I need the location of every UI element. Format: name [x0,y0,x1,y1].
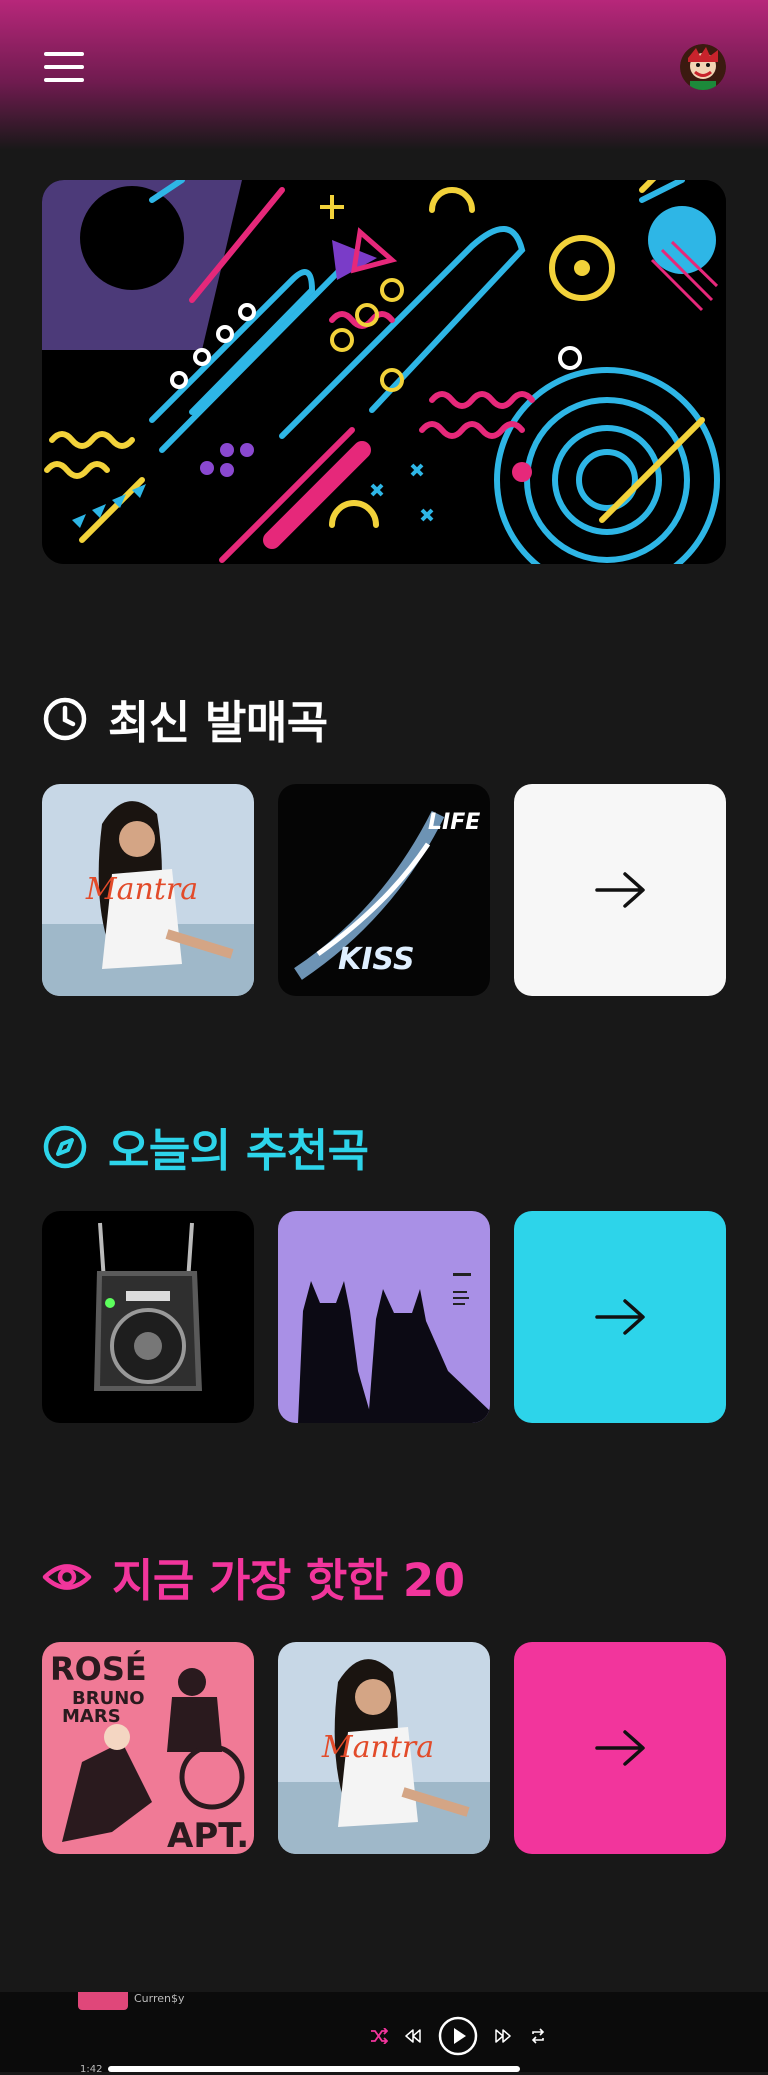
album-card-kiss-life[interactable]: KISS LIFE [278,784,490,996]
album-card-mantra[interactable]: Mantra [42,784,254,996]
album-text-life: LIFE [428,810,480,835]
arrow-right-icon [595,1730,645,1766]
album-card-mantra-2[interactable]: Mantra [278,1642,490,1854]
more-latest-button[interactable] [514,784,726,996]
playback-time: 1:42 [80,2064,103,2075]
menu-icon [44,52,84,56]
section-title-hot20: 지금 가장 핫한 20 [42,1544,465,1609]
compass-icon [43,1125,87,1168]
menu-button[interactable] [44,52,84,82]
section-title-latest: 최신 발매곡 [42,686,328,751]
album-text-mars: MARS [62,1706,121,1727]
clock-icon [43,697,87,740]
avatar[interactable] [680,44,726,90]
section-title-recommended: 오늘의 추천곡 [42,1114,369,1179]
next-icon[interactable] [494,2028,512,2044]
album-card-cats[interactable] [278,1211,490,1423]
album-row-latest: Mantra KISS LIFE [42,784,726,996]
progress-bar[interactable] [108,2066,520,2072]
more-hot20-button[interactable] [514,1642,726,1854]
arrow-right-icon [595,1299,645,1335]
eye-icon [42,1563,92,1590]
more-recommended-button[interactable] [514,1211,726,1423]
shuffle-icon[interactable] [370,2028,388,2044]
now-playing-thumbnail[interactable] [78,1992,128,2010]
album-card-speaker[interactable] [42,1211,254,1423]
mini-player: Curren$y 1:42 [0,1992,768,2075]
section-title-text: 최신 발매곡 [108,696,328,749]
album-text-mantra: Mantra [321,1730,434,1765]
section-title-text: 지금 가장 핫한 20 [112,1554,465,1607]
play-button[interactable] [438,2016,478,2056]
hero-banner[interactable] [42,180,726,564]
play-icon [438,2016,478,2056]
album-text-rose: ROSÉ [50,1650,147,1688]
arrow-right-icon [595,872,645,908]
now-playing-artist: Curren$y [134,1992,185,2005]
album-row-recommended [42,1211,726,1423]
album-row-hot20: ROSÉ BRUNO MARS APT. Mantra [42,1642,726,1854]
top-bar [0,0,768,150]
album-text-apt: APT. [167,1816,249,1854]
album-text-mantra: Mantra [85,872,198,907]
album-card-apt[interactable]: ROSÉ BRUNO MARS APT. [42,1642,254,1854]
album-text-kiss: KISS [338,942,415,977]
previous-icon[interactable] [404,2028,422,2044]
section-title-text: 오늘의 추천곡 [108,1124,369,1177]
repeat-icon[interactable] [530,2028,546,2044]
